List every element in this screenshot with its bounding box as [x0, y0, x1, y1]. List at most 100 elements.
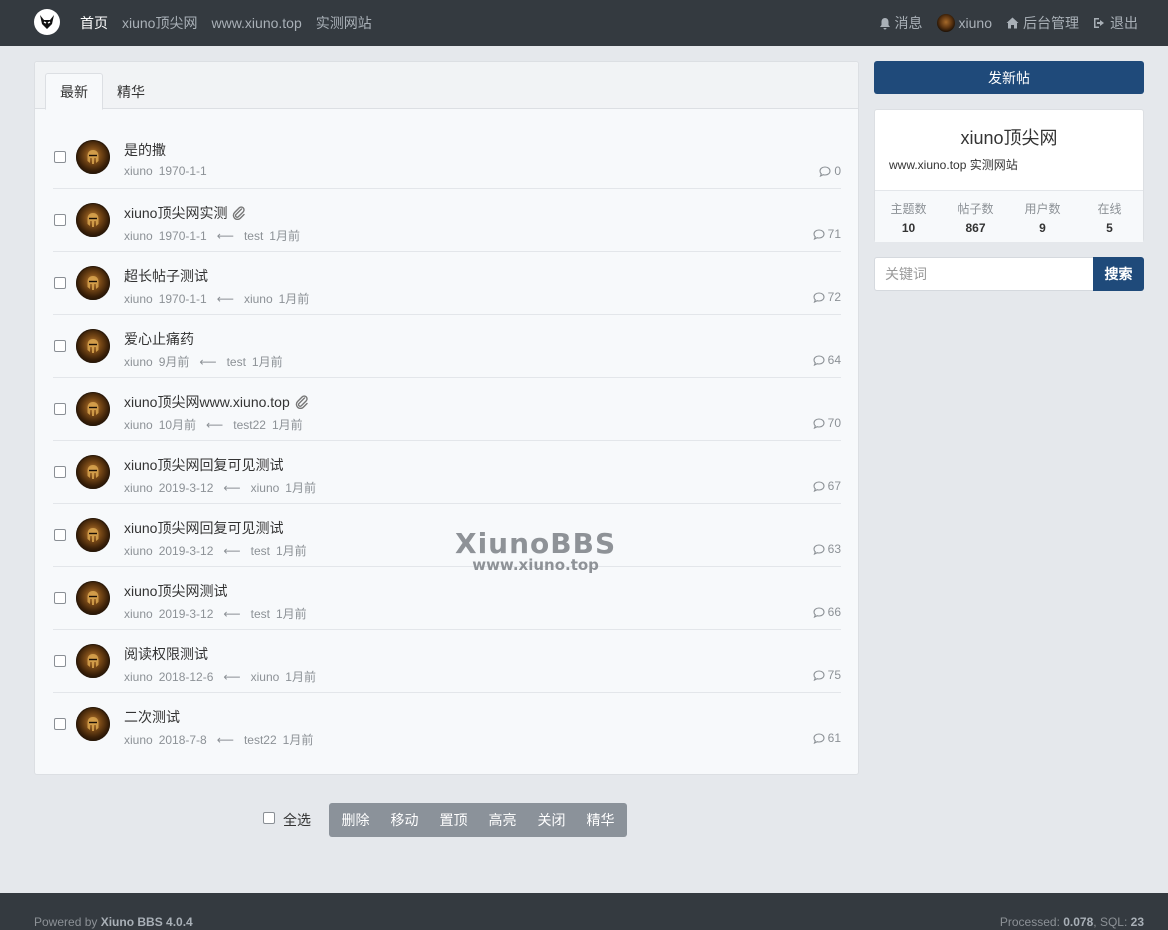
- thread-author[interactable]: xiuno: [124, 418, 153, 432]
- close-button[interactable]: 关闭: [527, 810, 576, 830]
- thread-row[interactable]: xiuno顶尖网www.xiuno.top xiuno 10月前 ⟵ test22 1月前…: [53, 378, 841, 441]
- thread-checkbox[interactable]: [54, 151, 66, 163]
- new-thread-button[interactable]: 发新帖: [874, 61, 1144, 94]
- author-avatar[interactable]: [76, 203, 110, 237]
- messages-link[interactable]: 消息: [879, 13, 923, 33]
- nav-home[interactable]: 首页: [80, 13, 108, 33]
- thread-checkbox[interactable]: [54, 277, 66, 289]
- search-input[interactable]: [874, 257, 1093, 291]
- thread-checkbox[interactable]: [54, 214, 66, 226]
- tab-latest[interactable]: 最新: [45, 73, 103, 110]
- thread-title-link[interactable]: xiuno顶尖网回复可见测试: [124, 455, 283, 475]
- thread-author[interactable]: xiuno: [124, 607, 153, 621]
- last-reply-user[interactable]: test: [244, 229, 263, 243]
- reply-count: 72: [813, 290, 841, 304]
- search-button[interactable]: 搜索: [1093, 257, 1144, 291]
- powered-name[interactable]: Xiuno BBS 4.0.4: [101, 915, 193, 929]
- thread-checkbox[interactable]: [54, 340, 66, 352]
- horned-helmet-icon: [40, 15, 54, 29]
- site-logo[interactable]: [34, 9, 60, 35]
- thread-title[interactable]: 爱心止痛药: [124, 329, 194, 349]
- thread-row[interactable]: 二次测试 xiuno 2018-7-8 ⟵ test22 1月前 61: [53, 693, 841, 756]
- thread-row[interactable]: xiuno顶尖网测试 xiuno 2019-3-12 ⟵ test 1月前 66: [53, 567, 841, 630]
- thread-row[interactable]: xiuno顶尖网回复可见测试 xiuno 2019-3-12 ⟵ xiuno 1月前 67: [53, 441, 841, 504]
- thread-row[interactable]: xiuno顶尖网回复可见测试 xiuno 2019-3-12 ⟵ test 1月前 63: [53, 504, 841, 567]
- stat-label: 主题数: [890, 202, 927, 216]
- author-avatar[interactable]: [76, 644, 110, 678]
- thread-title[interactable]: xiuno顶尖网回复可见测试: [124, 455, 283, 475]
- tab-digest[interactable]: 精华: [103, 73, 159, 110]
- thread-author[interactable]: xiuno: [124, 544, 153, 558]
- last-reply-user[interactable]: test22: [244, 733, 277, 747]
- thread-row[interactable]: 超长帖子测试 xiuno 1970-1-1 ⟵ xiuno 1月前 72: [53, 252, 841, 315]
- thread-checkbox[interactable]: [54, 718, 66, 730]
- highlight-button[interactable]: 高亮: [478, 810, 527, 830]
- last-reply-user[interactable]: test: [251, 607, 270, 621]
- author-avatar[interactable]: [76, 581, 110, 615]
- username-label: xiuno: [958, 15, 992, 31]
- thread-checkbox[interactable]: [54, 529, 66, 541]
- home-icon: [1006, 17, 1019, 29]
- logout-link[interactable]: 退出: [1093, 13, 1138, 33]
- thread-meta: xiuno 1970-1-1: [124, 164, 213, 178]
- thread-author[interactable]: xiuno: [124, 292, 153, 306]
- thread-title[interactable]: xiuno顶尖网回复可见测试: [124, 518, 283, 538]
- author-avatar[interactable]: [76, 329, 110, 363]
- author-avatar[interactable]: [76, 518, 110, 552]
- last-reply-user[interactable]: test: [227, 355, 246, 369]
- thread-title[interactable]: 二次测试: [124, 707, 180, 727]
- move-button[interactable]: 移动: [380, 810, 429, 830]
- last-reply-user[interactable]: xiuno: [244, 292, 273, 306]
- thread-title-link[interactable]: 阅读权限测试: [124, 644, 208, 664]
- thread-checkbox[interactable]: [54, 403, 66, 415]
- delete-button[interactable]: 删除: [331, 810, 380, 830]
- thread-author[interactable]: xiuno: [124, 733, 153, 747]
- digest-button[interactable]: 精华: [576, 810, 625, 830]
- thread-author[interactable]: xiuno: [124, 164, 153, 178]
- thread-title-link[interactable]: 是的撒: [124, 140, 166, 160]
- thread-author[interactable]: xiuno: [124, 670, 153, 684]
- nav-xiuno-site[interactable]: xiuno顶尖网: [122, 13, 197, 33]
- select-all-checkbox[interactable]: [263, 812, 275, 824]
- thread-checkbox[interactable]: [54, 466, 66, 478]
- thread-title[interactable]: xiuno顶尖网测试: [124, 581, 227, 601]
- last-reply-user[interactable]: xiuno: [251, 481, 280, 495]
- author-avatar[interactable]: [76, 266, 110, 300]
- admin-link[interactable]: 后台管理: [1006, 13, 1079, 33]
- nav-test-site[interactable]: 实测网站: [316, 13, 372, 33]
- author-avatar[interactable]: [76, 455, 110, 489]
- thread-row[interactable]: 阅读权限测试 xiuno 2018-12-6 ⟵ xiuno 1月前 75: [53, 630, 841, 693]
- thread-title-link[interactable]: 二次测试: [124, 707, 180, 727]
- thread-row[interactable]: 爱心止痛药 xiuno 9月前 ⟵ test 1月前 64: [53, 315, 841, 378]
- thread-title-link[interactable]: xiuno顶尖网www.xiuno.top: [124, 392, 309, 412]
- last-reply-user[interactable]: test: [251, 544, 270, 558]
- thread-row[interactable]: 是的撒 xiuno 1970-1-1 0: [53, 126, 841, 189]
- last-reply-user[interactable]: test22: [233, 418, 266, 432]
- nav-xiuno-url[interactable]: www.xiuno.top: [211, 15, 301, 31]
- thread-title-link[interactable]: xiuno顶尖网回复可见测试: [124, 518, 283, 538]
- thread-author[interactable]: xiuno: [124, 355, 153, 369]
- author-avatar[interactable]: [76, 392, 110, 426]
- thread-meta: xiuno 2018-7-8 ⟵ test22 1月前: [124, 731, 319, 748]
- thread-title[interactable]: 阅读权限测试: [124, 644, 208, 664]
- author-avatar[interactable]: [76, 707, 110, 741]
- last-reply-user[interactable]: xiuno: [251, 670, 280, 684]
- thread-title-link[interactable]: 超长帖子测试: [124, 266, 208, 286]
- thread-title-link[interactable]: xiuno顶尖网测试: [124, 581, 227, 601]
- stat-value: 10: [901, 221, 916, 235]
- thread-checkbox[interactable]: [54, 592, 66, 604]
- thread-title-link[interactable]: xiuno顶尖网实测: [124, 203, 246, 223]
- thread-row[interactable]: xiuno顶尖网实测 xiuno 1970-1-1 ⟵ test 1月前 71: [53, 189, 841, 252]
- select-all[interactable]: 全选: [263, 810, 311, 830]
- thread-title[interactable]: 是的撒: [124, 140, 166, 160]
- thread-title[interactable]: 超长帖子测试: [124, 266, 208, 286]
- thread-title[interactable]: xiuno顶尖网实测: [124, 203, 227, 223]
- sticky-button[interactable]: 置顶: [429, 810, 478, 830]
- thread-author[interactable]: xiuno: [124, 481, 153, 495]
- thread-checkbox[interactable]: [54, 655, 66, 667]
- thread-title-link[interactable]: 爱心止痛药: [124, 329, 194, 349]
- user-menu[interactable]: xiuno: [936, 14, 992, 32]
- thread-author[interactable]: xiuno: [124, 229, 153, 243]
- thread-title[interactable]: xiuno顶尖网www.xiuno.top: [124, 392, 290, 412]
- author-avatar[interactable]: [76, 140, 110, 174]
